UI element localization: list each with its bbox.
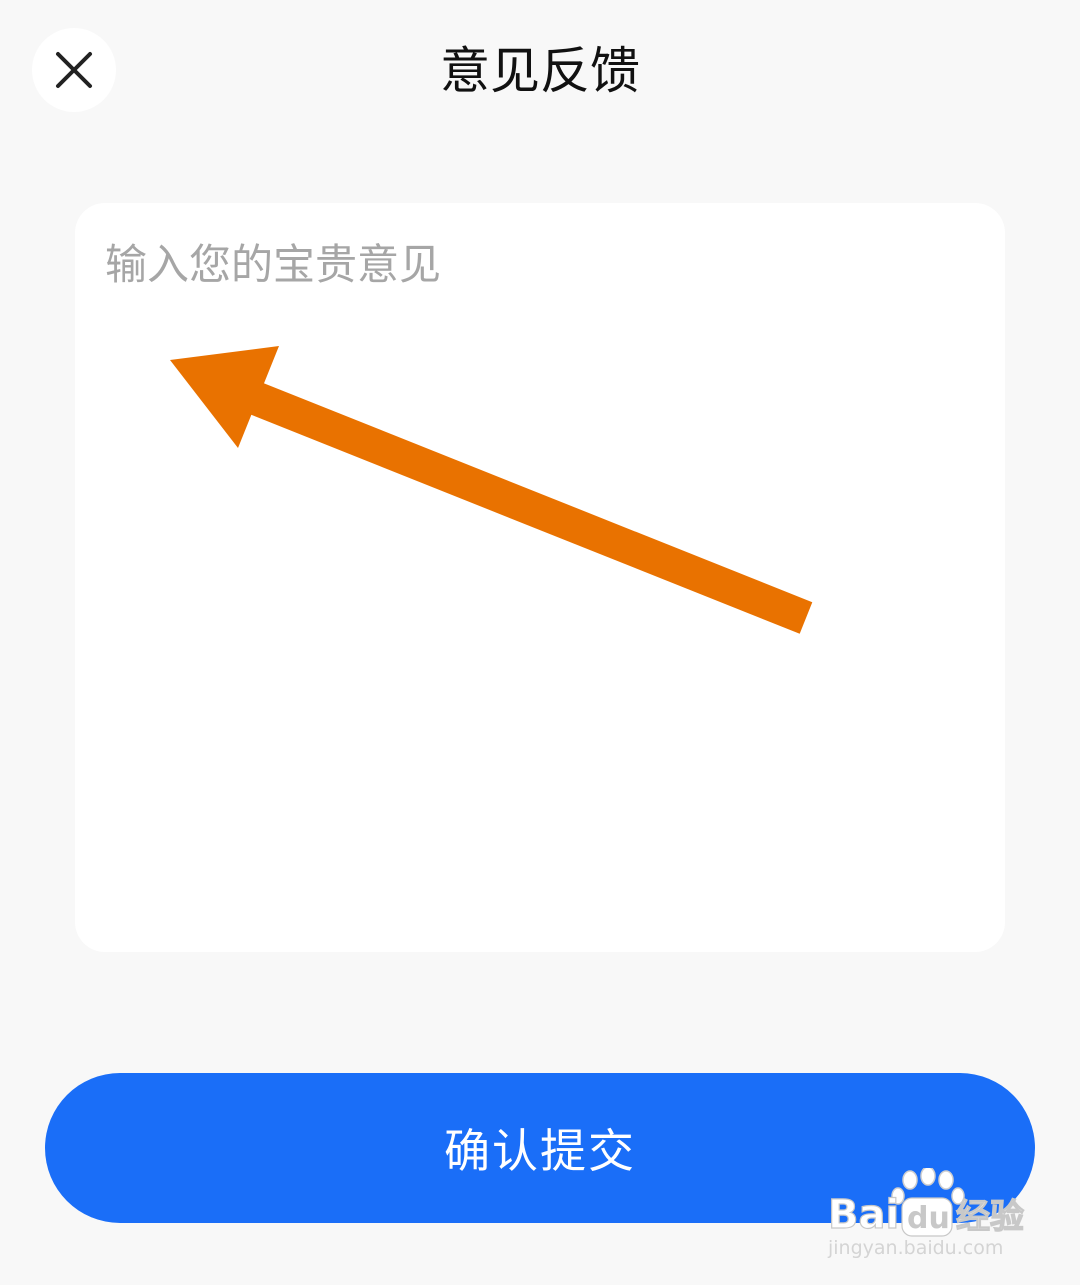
submit-button[interactable]: 确认提交	[45, 1073, 1035, 1223]
feedback-page: 意见反馈 确认提交 Bai du 经验 jingyan.baidu.com	[0, 0, 1080, 1285]
feedback-input[interactable]	[105, 233, 975, 923]
watermark-url: jingyan.baidu.com	[827, 1237, 1003, 1259]
feedback-card	[75, 203, 1005, 952]
page-title: 意见反馈	[440, 42, 640, 100]
